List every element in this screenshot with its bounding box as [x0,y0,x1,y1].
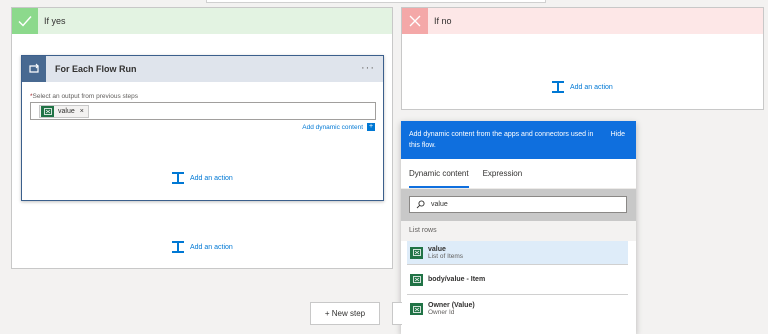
list-item[interactable]: value List of Items [407,241,628,265]
token-label: value [58,108,75,115]
output-field-label: *Select an output from previous steps [30,93,138,100]
hide-button[interactable]: Hide [611,129,625,140]
add-action-icon [172,241,184,253]
banner-message: Add dynamic content from the apps and co… [409,131,594,149]
dynamic-content-banner: Add dynamic content from the apps and co… [401,121,636,159]
output-input[interactable]: value × [30,102,376,120]
add-action-in-loop[interactable]: Add an action [171,171,233,185]
loop-icon [22,56,46,82]
save-button-edge[interactable] [392,302,402,325]
for-each-header[interactable]: For Each Flow Run ··· [22,56,383,82]
add-dynamic-content-label: Add dynamic content [302,123,363,131]
add-action-label: Add an action [570,83,613,91]
dynamic-content-panel: Add dynamic content from the apps and co… [401,121,636,334]
branch-yes-header[interactable]: If yes [12,8,392,34]
branch-yes-label: If yes [44,16,66,26]
plus-icon: + [367,123,375,131]
close-icon [402,8,428,34]
top-card-edge [206,0,546,3]
item-title: value [428,245,446,253]
search-zone: value [401,189,636,221]
excel-icon [41,106,54,117]
item-subtitle: List of Items [428,252,464,260]
add-action-no-branch[interactable]: Add an action [551,80,613,94]
search-input[interactable]: value [409,196,627,213]
branch-no-header[interactable]: If no [402,8,763,34]
for-each-title: For Each Flow Run [55,64,137,74]
add-action-icon [172,172,184,184]
add-dynamic-content-link[interactable]: Add dynamic content + [302,123,375,131]
excel-icon [410,273,423,286]
list-item[interactable]: Owner (Value) Owner Id [407,295,628,323]
new-step-button[interactable]: + New step [310,302,380,325]
search-icon [416,200,425,209]
search-value: value [431,201,448,208]
add-action-icon [552,81,564,93]
add-action-label: Add an action [190,174,233,182]
item-title: body/value - Item [428,276,486,283]
tab-dynamic-content[interactable]: Dynamic content [409,169,469,188]
item-title: Owner (Value) [428,302,475,309]
more-options-icon[interactable]: ··· [361,62,375,74]
tab-expression[interactable]: Expression [483,169,523,188]
add-action-yes-branch[interactable]: Add an action [171,240,233,254]
item-subtitle: Owner Id [428,309,455,316]
remove-token-icon[interactable]: × [80,108,84,115]
excel-icon [410,246,423,259]
dynamic-tabs: Dynamic content Expression [401,159,636,189]
branch-if-no: If no [401,7,764,110]
checkmark-icon [12,8,38,34]
section-list-rows: List rows [401,221,636,241]
branch-no-label: If no [434,16,452,26]
add-action-label: Add an action [190,243,233,251]
excel-icon [410,303,423,315]
value-token[interactable]: value × [39,105,89,118]
list-item[interactable]: body/value - Item [407,265,628,295]
output-field-label-text: Select an output from previous steps [32,93,139,100]
